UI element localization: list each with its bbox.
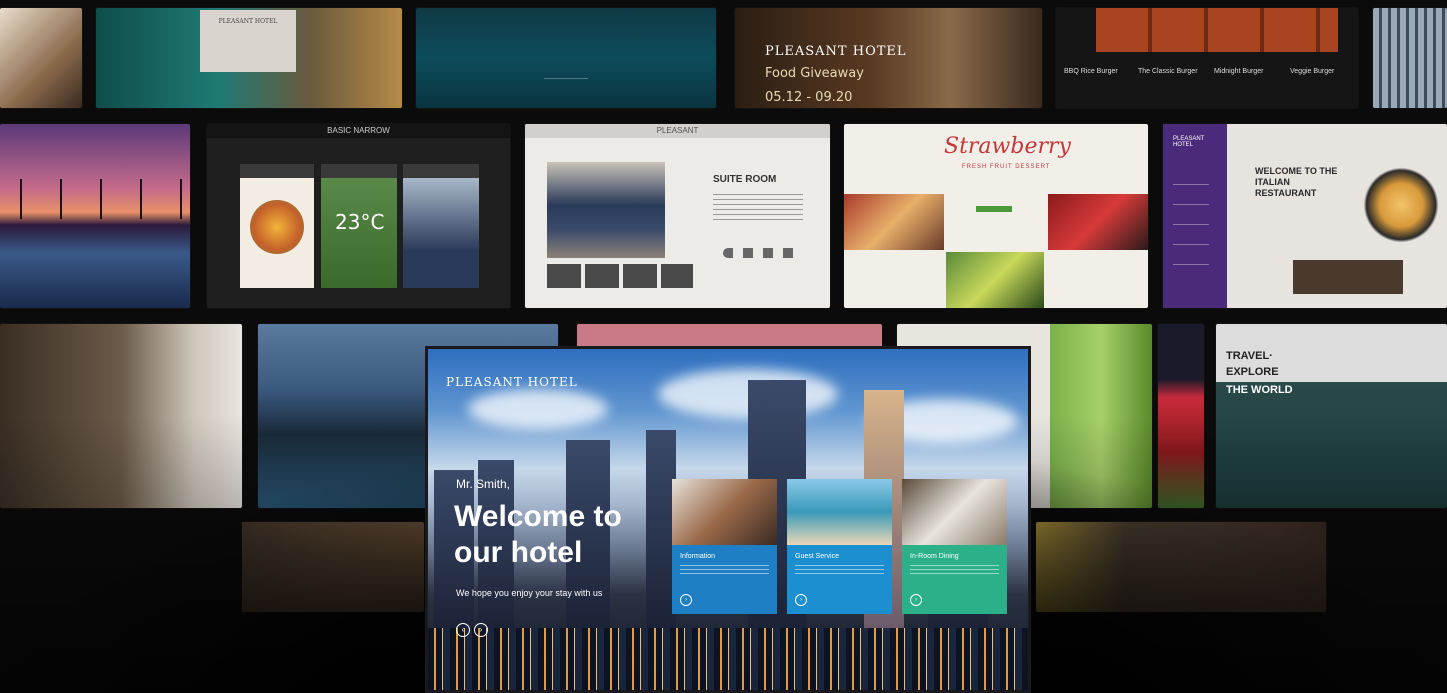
- card-in-room-dining-body: In-Room Dining ›: [902, 545, 1007, 614]
- tile-hands-food: [0, 8, 82, 108]
- italian-brown-panel: [1293, 260, 1403, 294]
- strawberry-photo-mid: [946, 252, 1044, 308]
- basic-banner: BASIC NARROW: [207, 124, 510, 138]
- giveaway-brand: PLEASANT HOTEL: [765, 44, 907, 59]
- tile-strawberry: Strawberry FRESH FRUIT DESSERT: [844, 124, 1148, 308]
- card-information-arrow-icon[interactable]: ›: [680, 594, 692, 606]
- italian-pasta-photo: [1345, 160, 1447, 250]
- italian-sidebar: PLEASANT HOTEL: [1163, 124, 1227, 308]
- giveaway-dates: 05.12 - 09.20: [765, 90, 853, 105]
- prev-arrow-icon[interactable]: ‹: [456, 623, 470, 637]
- palm-silhouettes: [0, 179, 190, 219]
- tile-food-giveaway: PLEASANT HOTEL Food Giveaway 05.12 - 09.…: [735, 8, 1042, 108]
- tv-hotel-logo: PLEASANT HOTEL: [446, 375, 578, 389]
- card-guest-service-desc: [795, 565, 884, 575]
- strawberry-photo-right: [1048, 194, 1148, 250]
- card-information[interactable]: Information ›: [672, 479, 777, 614]
- suite-desc-lines: [713, 194, 803, 220]
- basic-panel-weather: 23°C: [321, 164, 397, 288]
- teal-promo-button: [544, 78, 588, 89]
- basic-temperature: 23°C: [335, 210, 385, 234]
- burger-item-1: BBQ Rice Burger: [1064, 68, 1118, 75]
- hotel-tv-screen: PLEASANT HOTEL Mr. Smith, Welcome to our…: [425, 346, 1031, 693]
- card-information-title: Information: [680, 553, 716, 560]
- card-in-room-dining[interactable]: In-Room Dining ›: [902, 479, 1007, 614]
- burger-item-3: Midnight Burger: [1214, 68, 1264, 75]
- suite-banner: PLEASANT: [525, 124, 830, 138]
- tile-teal-promo: [416, 8, 716, 108]
- strawberry-photo-left: [844, 194, 944, 250]
- card-guest-service[interactable]: Guest Service ›: [787, 479, 892, 614]
- tile-ocean-aerial: PLEASANT HOTEL: [96, 8, 402, 108]
- tv-subtext: We hope you enjoy your stay with us: [456, 588, 603, 598]
- travel-line-3: THE WORLD: [1226, 384, 1293, 396]
- tile-italian-restaurant: PLEASANT HOTEL WELCOME TO THE ITALIAN RE…: [1163, 124, 1447, 308]
- suite-title: SUITE ROOM: [713, 174, 777, 185]
- tile-lower-right: [1036, 522, 1326, 612]
- suite-thumbnails: [547, 264, 693, 288]
- suite-amenity-icons: [723, 248, 803, 258]
- ocean-label-text: PLEASANT HOTEL: [218, 18, 278, 25]
- tile-suite-room: PLEASANT SUITE ROOM: [525, 124, 830, 308]
- tile-skyscraper: [1373, 8, 1447, 108]
- ocean-label-card: PLEASANT HOTEL: [200, 10, 296, 72]
- card-in-room-dining-title: In-Room Dining: [910, 553, 959, 560]
- cloud-1: [468, 389, 608, 429]
- card-guest-service-photo: [787, 479, 892, 545]
- italian-menu-lines: [1173, 184, 1209, 284]
- basic-panel-food: [240, 164, 314, 288]
- tile-basic-narrow: BASIC NARROW 23°C: [207, 124, 510, 308]
- tile-burger-menu: BBQ Rice Burger The Classic Burger Midni…: [1056, 8, 1358, 108]
- tile-travel: TRAVEL· EXPLORE THE WORLD: [1216, 324, 1447, 508]
- burger-photos: [1096, 8, 1338, 52]
- tv-greeting: Mr. Smith,: [456, 477, 511, 491]
- burger-item-2: The Classic Burger: [1138, 68, 1198, 75]
- card-guest-service-arrow-icon[interactable]: ›: [795, 594, 807, 606]
- travel-line-1: TRAVEL·: [1226, 350, 1273, 362]
- card-information-desc: [680, 565, 769, 575]
- tile-chef-hands: [0, 324, 242, 508]
- card-guest-service-body: Guest Service ›: [787, 545, 892, 614]
- tile-strawberry-stack: [1158, 324, 1204, 508]
- harbor-reflection: [428, 628, 1028, 690]
- strawberry-title: Strawberry: [944, 134, 1071, 159]
- basic-food-dish: [250, 200, 304, 254]
- tv-headline: Welcome to our hotel: [454, 500, 622, 569]
- italian-title: WELCOME TO THE ITALIAN RESTAURANT: [1255, 166, 1338, 198]
- card-in-room-dining-arrow-icon[interactable]: ›: [910, 594, 922, 606]
- card-information-photo: [672, 479, 777, 545]
- suite-room-photo: [547, 162, 665, 258]
- card-in-room-dining-desc: [910, 565, 999, 575]
- italian-brand: PLEASANT HOTEL: [1173, 136, 1205, 148]
- card-guest-service-title: Guest Service: [795, 553, 839, 560]
- tile-sunset-palms: [0, 124, 190, 308]
- tile-lower-left: [242, 522, 424, 612]
- giveaway-title: Food Giveaway: [765, 66, 864, 81]
- card-in-room-dining-photo: [902, 479, 1007, 545]
- card-information-body: Information ›: [672, 545, 777, 614]
- strawberry-green-label: [976, 206, 1012, 212]
- strawberry-subtitle: FRESH FRUIT DESSERT: [962, 164, 1051, 170]
- travel-line-2: EXPLORE: [1226, 366, 1279, 378]
- basic-panel-architecture: [403, 164, 479, 288]
- burger-item-4: Veggie Burger: [1290, 68, 1335, 75]
- next-arrow-icon[interactable]: ›: [474, 623, 488, 637]
